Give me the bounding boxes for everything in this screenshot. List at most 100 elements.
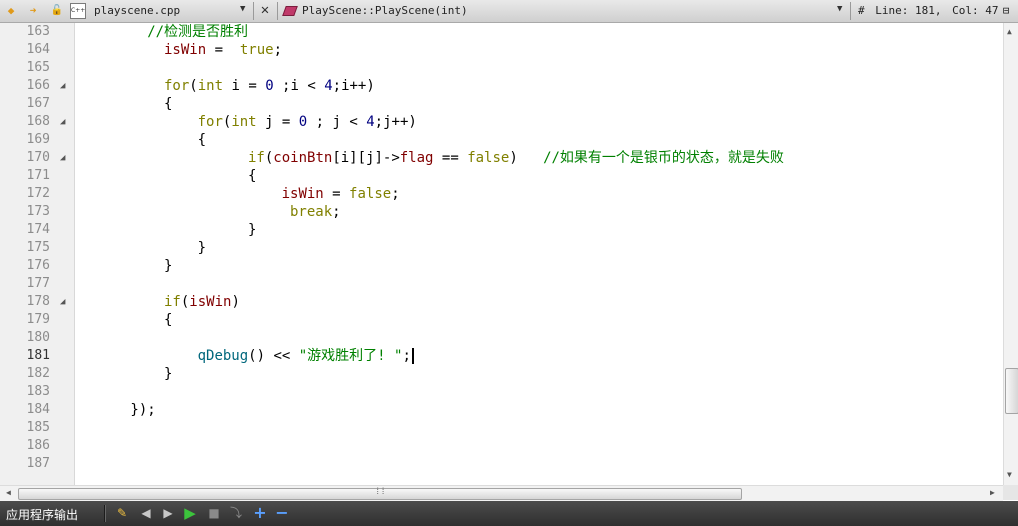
code-line[interactable]: 187 <box>0 455 1003 473</box>
file-selector[interactable]: C++ playscene.cpp <box>70 2 250 19</box>
code-token: ) <box>231 294 240 310</box>
attach-debugger-icon[interactable]: ⤵ <box>228 505 244 521</box>
line-number: 174 <box>26 222 50 237</box>
code-token: false <box>349 186 392 202</box>
go-back-icon[interactable]: ◆ <box>4 3 18 18</box>
code-token: ;i++) <box>332 78 375 94</box>
code-line[interactable]: 169 { <box>0 131 1003 149</box>
code-line[interactable]: 183 <box>0 383 1003 401</box>
code-line[interactable]: 175} <box>0 239 1003 257</box>
horizontal-scroll-thumb[interactable]: ⁞⁞ <box>18 487 742 500</box>
code-text: //检测是否胜利 <box>147 23 248 41</box>
symbol-dropdown-arrow-icon[interactable]: ▼ <box>837 4 842 14</box>
fold-toggle-icon[interactable]: ◢ <box>60 149 65 167</box>
code-editor[interactable]: 163//检测是否胜利 164 isWin = true; 165 166 ◢ for(in… <box>0 23 1018 485</box>
line-number: 185 <box>26 420 50 435</box>
code-text: { <box>164 311 172 329</box>
code-token: flag <box>399 150 434 166</box>
method-symbol-icon <box>282 5 298 16</box>
code-line[interactable]: 178 ◢ if(isWin) <box>0 293 1003 311</box>
code-token: [i][j]-> <box>332 150 400 166</box>
code-token: 0 <box>298 114 308 130</box>
symbol-selector[interactable]: PlayScene::PlayScene(int) <box>282 2 844 19</box>
fold-toggle-icon[interactable]: ◢ <box>60 77 65 95</box>
fold-toggle-icon[interactable]: ◢ <box>60 113 65 131</box>
split-editor-icon[interactable]: ⊟ <box>1000 2 1012 19</box>
line-number: 165 <box>26 60 50 75</box>
code-token: = <box>206 42 240 58</box>
code-line[interactable]: 171 { <box>0 167 1003 185</box>
code-line[interactable]: 165 <box>0 59 1003 77</box>
code-line[interactable]: 177 <box>0 275 1003 293</box>
code-line[interactable]: 184}); <box>0 401 1003 419</box>
code-token: int <box>197 78 224 94</box>
code-token: isWin <box>281 186 324 202</box>
previous-item-icon[interactable]: ◀ <box>138 505 154 521</box>
line-number: 175 <box>26 240 50 255</box>
code-token: 4 <box>324 78 333 94</box>
code-line[interactable]: 174} <box>0 221 1003 239</box>
code-token: { <box>197 132 207 148</box>
scroll-right-arrow-icon[interactable]: ▶ <box>990 488 995 497</box>
horizontal-scrollbar[interactable]: ◀ ⁞⁞ ▶ <box>0 485 1003 501</box>
text-caret <box>412 348 414 364</box>
code-line[interactable]: 166 ◢ for(int i = 0 ;i < 4;i++) <box>0 77 1003 95</box>
vertical-scroll-thumb[interactable] <box>1005 368 1018 414</box>
line-number: 173 <box>26 204 50 219</box>
code-text: }); <box>130 401 155 419</box>
cpp-file-icon: C++ <box>70 2 86 19</box>
fold-toggle-icon[interactable]: ◢ <box>60 293 65 311</box>
line-number: 183 <box>26 384 50 399</box>
code-token: ;i < <box>273 78 325 94</box>
line-number: 176 <box>26 258 50 273</box>
code-line[interactable]: 179 { <box>0 311 1003 329</box>
code-line[interactable]: 167 { <box>0 95 1003 113</box>
stop-icon[interactable]: ■ <box>206 505 222 521</box>
code-token: ; <box>273 42 283 58</box>
code-token: for <box>164 78 190 94</box>
hash-label: # <box>858 4 865 17</box>
lock-icon[interactable]: 🔓 <box>50 3 64 18</box>
code-token: isWin <box>164 42 207 58</box>
code-text: for(int j = 0 ; j < 4;j++) <box>198 113 417 131</box>
code-token: ;j++) <box>374 114 417 130</box>
code-line[interactable]: 172 isWin = false; <box>0 185 1003 203</box>
line-number: 179 <box>26 312 50 327</box>
code-token: ) <box>509 150 544 166</box>
code-line[interactable]: 181 qDebug() << "游戏胜利了! "; <box>0 347 1003 365</box>
vertical-scrollbar[interactable]: ▲ ▼ <box>1003 23 1018 485</box>
toolbar-divider <box>277 2 278 20</box>
code-line[interactable]: 185 <box>0 419 1003 437</box>
code-line[interactable]: 186 <box>0 437 1003 455</box>
close-file-icon[interactable]: ✕ <box>258 2 272 19</box>
code-token: } <box>164 366 173 382</box>
code-line[interactable]: 173 break; <box>0 203 1003 221</box>
cursor-position[interactable]: # Line: 181, Col: 47 <box>858 2 1002 19</box>
run-icon[interactable]: ▶ <box>182 505 198 521</box>
clear-output-icon[interactable]: ✎ <box>114 505 130 521</box>
code-token: { <box>164 312 173 328</box>
zoom-in-icon[interactable]: + <box>252 505 268 521</box>
scrollbar-corner <box>1003 485 1018 500</box>
scroll-down-arrow-icon[interactable]: ▼ <box>1007 470 1012 479</box>
code-line[interactable]: 182} <box>0 365 1003 383</box>
next-item-icon[interactable]: ▶ <box>160 505 176 521</box>
file-dropdown-arrow-icon[interactable]: ▼ <box>240 4 245 14</box>
scroll-left-arrow-icon[interactable]: ◀ <box>6 488 11 497</box>
scroll-grip-icon: ⁞⁞ <box>375 487 386 497</box>
code-line[interactable]: 170 ◢ if(coinBtn[i][j]->flag == false) //如… <box>0 149 1003 167</box>
scroll-up-arrow-icon[interactable]: ▲ <box>1007 27 1012 36</box>
code-line[interactable]: 176} <box>0 257 1003 275</box>
code-text: if(isWin) <box>164 293 240 311</box>
output-pane-bar: 应用程序输出 ✎ ◀ ▶ ▶ ■ ⤵ + − <box>0 501 1018 526</box>
code-line[interactable]: 168 ◢ for(int j = 0 ; j < 4;j++) <box>0 113 1003 131</box>
code-text: if(coinBtn[i][j]->flag == false) //如果有一个… <box>248 149 784 167</box>
line-number: 169 <box>26 132 50 147</box>
zoom-out-icon[interactable]: − <box>274 505 290 521</box>
code-line[interactable]: 180 <box>0 329 1003 347</box>
code-line[interactable]: 163 //检测是否胜利 <box>0 23 1003 41</box>
code-line[interactable]: 164 isWin = true; <box>0 41 1003 59</box>
code-token: //检测是否胜利 <box>147 24 249 40</box>
go-forward-icon[interactable]: ➜ <box>26 3 40 18</box>
line-number: 177 <box>26 276 50 291</box>
